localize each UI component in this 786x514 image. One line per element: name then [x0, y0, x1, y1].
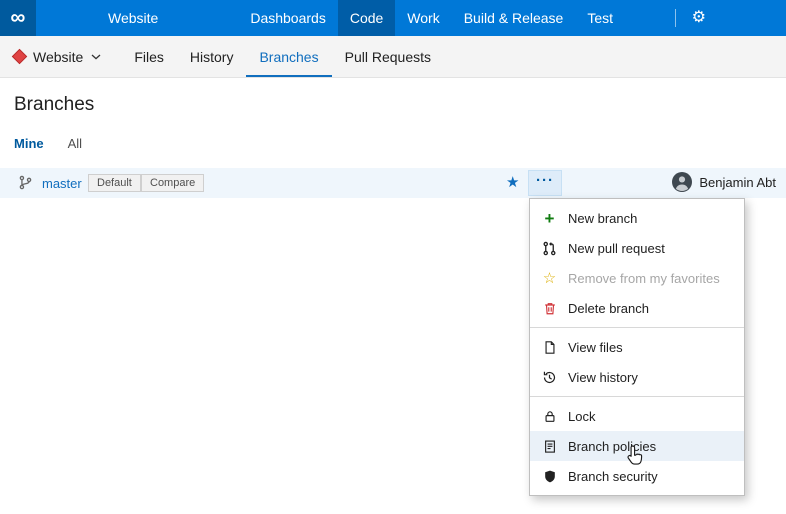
menu-separator: [530, 327, 744, 328]
account-brand[interactable]: Website: [108, 10, 158, 26]
repository-selector[interactable]: Website: [0, 36, 115, 77]
menu-item-branch-policies[interactable]: Branch policies: [530, 431, 744, 461]
nav-item-dashboards[interactable]: Dashboards: [238, 0, 338, 36]
tab-files[interactable]: Files: [121, 36, 177, 77]
branch-filter-pivots: Mine All: [14, 136, 786, 151]
git-branch-icon: [18, 175, 33, 195]
star-outline-icon: ☆: [541, 271, 558, 286]
star-filled-icon[interactable]: ★: [506, 173, 519, 191]
history-icon: [541, 370, 558, 385]
code-hub-bar: Website Files History Branches Pull Requ…: [0, 36, 786, 78]
menu-item-branch-security[interactable]: Branch security: [530, 461, 744, 491]
menu-item-view-history[interactable]: View history: [530, 362, 744, 392]
branch-row-master[interactable]: master Default Compare ★ ··· Benjamin Ab…: [0, 168, 786, 198]
shield-icon: [541, 469, 558, 484]
branches-page: ∞ Website Dashboards Code Work Build & R…: [0, 0, 786, 514]
tab-history[interactable]: History: [177, 36, 247, 77]
pivot-mine[interactable]: Mine: [14, 136, 44, 151]
nav-item-work[interactable]: Work: [395, 0, 451, 36]
menu-item-lock[interactable]: Lock: [530, 401, 744, 431]
menu-separator: [530, 396, 744, 397]
pivot-all[interactable]: All: [68, 136, 82, 151]
nav-item-build-release[interactable]: Build & Release: [452, 0, 576, 36]
plus-icon: +: [541, 210, 558, 227]
infinity-logo-icon: ∞: [11, 6, 26, 30]
pull-request-icon: [541, 241, 558, 256]
gear-icon[interactable]: ⚙: [692, 10, 706, 26]
file-icon: [541, 340, 558, 355]
policy-icon: [541, 439, 558, 454]
trash-icon: [541, 301, 558, 316]
top-nav: Dashboards Code Work Build & Release Tes…: [238, 0, 625, 36]
hub-tabs: Files History Branches Pull Requests: [121, 36, 444, 77]
topbar-right: ⚙: [675, 0, 786, 36]
avatar: [672, 172, 692, 192]
top-navigation-bar: ∞ Website Dashboards Code Work Build & R…: [0, 0, 786, 36]
topbar-divider: [675, 9, 676, 27]
branch-name-link[interactable]: master: [42, 176, 82, 191]
visual-studio-logo[interactable]: ∞: [0, 0, 36, 36]
lock-icon: [541, 409, 558, 424]
repository-name: Website: [33, 49, 83, 65]
compare-button[interactable]: Compare: [141, 174, 204, 192]
tab-pull-requests[interactable]: Pull Requests: [332, 36, 444, 77]
menu-item-new-pull-request[interactable]: New pull request: [530, 233, 744, 263]
menu-item-remove-from-favorites[interactable]: ☆ Remove from my favorites: [530, 263, 744, 293]
project-diamond-icon: [12, 49, 28, 65]
menu-item-new-branch[interactable]: + New branch: [530, 203, 744, 233]
branch-context-menu: + New branch New pull request ☆ Remove f…: [529, 198, 745, 496]
tab-branches[interactable]: Branches: [246, 36, 331, 77]
nav-item-code[interactable]: Code: [338, 0, 395, 36]
nav-item-test[interactable]: Test: [575, 0, 625, 36]
menu-item-view-files[interactable]: View files: [530, 332, 744, 362]
page-title: Branches: [14, 94, 786, 116]
chevron-down-icon: [91, 54, 101, 60]
default-badge: Default: [88, 174, 141, 192]
branch-author: Benjamin Abt: [672, 172, 776, 192]
menu-item-delete-branch[interactable]: Delete branch: [530, 293, 744, 323]
author-name: Benjamin Abt: [699, 175, 776, 190]
ellipsis-more-button[interactable]: ···: [528, 170, 562, 196]
